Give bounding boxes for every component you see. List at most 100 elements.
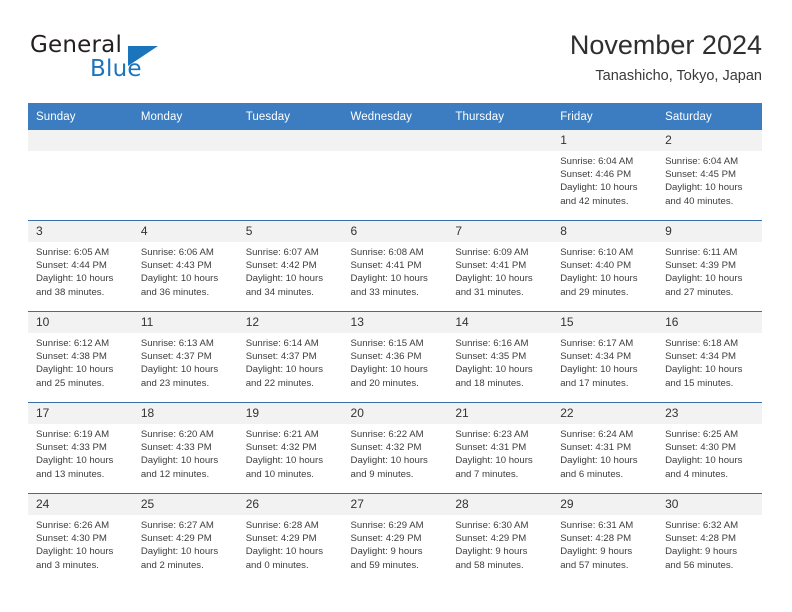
day-cell[interactable]: 16 Sunrise: 6:18 AM Sunset: 4:34 PM Dayligh… xyxy=(657,311,762,403)
day-details: Sunrise: 6:12 AM Sunset: 4:38 PM Daylight:… xyxy=(28,333,133,390)
sunrise-text: Sunrise: 6:21 AM xyxy=(245,429,319,440)
day-cell[interactable]: 27 Sunrise: 6:29 AM Sunset: 4:29 PM Dayligh… xyxy=(342,493,448,584)
day-number: 15 xyxy=(552,312,658,333)
day-cell[interactable]: 2 Sunrise: 6:04 AM Sunset: 4:45 PM Daylight… xyxy=(657,130,762,221)
daylight-text-line1: Daylight: 10 hours xyxy=(455,455,533,467)
sunset-text: Sunset: 4:38 PM xyxy=(36,351,107,363)
day-number: 13 xyxy=(342,312,448,333)
day-number: 25 xyxy=(132,494,238,515)
day-number: 12 xyxy=(237,312,343,333)
calendar-week-row: 10 Sunrise: 6:12 AM Sunset: 4:38 PM Dayligh… xyxy=(28,311,762,403)
sunrise-text: Sunrise: 6:04 AM xyxy=(665,156,739,167)
daylight-text-line1: Daylight: 10 hours xyxy=(560,455,638,467)
weekday-header-thursday: Thursday xyxy=(447,103,553,130)
day-details: Sunrise: 6:04 AM Sunset: 4:46 PM Daylight:… xyxy=(552,151,657,208)
day-number: 26 xyxy=(237,494,343,515)
day-cell[interactable]: 11 Sunrise: 6:13 AM Sunset: 4:37 PM Dayligh… xyxy=(132,311,238,403)
day-cell[interactable]: 13 Sunrise: 6:15 AM Sunset: 4:36 PM Dayligh… xyxy=(342,311,448,403)
sunrise-text: Sunrise: 6:04 AM xyxy=(560,156,634,167)
day-cell[interactable]: 19 Sunrise: 6:21 AM Sunset: 4:32 PM Dayligh… xyxy=(237,402,343,494)
day-cell[interactable]: 17 Sunrise: 6:19 AM Sunset: 4:33 PM Dayligh… xyxy=(28,402,133,494)
daylight-text-line2: and 10 minutes. xyxy=(245,468,314,480)
day-cell[interactable]: 12 Sunrise: 6:14 AM Sunset: 4:37 PM Dayligh… xyxy=(237,311,343,403)
day-cell[interactable]: 1 Sunrise: 6:04 AM Sunset: 4:46 PM Daylight… xyxy=(552,130,658,221)
day-cell[interactable]: 14 Sunrise: 6:16 AM Sunset: 4:35 PM Dayligh… xyxy=(447,311,553,403)
daylight-text-line2: and 42 minutes. xyxy=(560,195,629,207)
day-details: Sunrise: 6:18 AM Sunset: 4:34 PM Daylight:… xyxy=(657,333,762,390)
daylight-text-line2: and 4 minutes. xyxy=(665,468,728,480)
daylight-text-line2: and 7 minutes. xyxy=(455,468,519,480)
day-cell[interactable]: 4 Sunrise: 6:06 AM Sunset: 4:43 PM Daylight… xyxy=(132,220,238,312)
day-cell[interactable]: 29 Sunrise: 6:31 AM Sunset: 4:28 PM Dayligh… xyxy=(552,493,658,584)
sunset-text: Sunset: 4:41 PM xyxy=(350,260,422,272)
day-cell[interactable]: 7 Sunrise: 6:09 AM Sunset: 4:41 PM Daylight… xyxy=(447,220,553,312)
daylight-text-line1: Daylight: 10 hours xyxy=(140,364,219,376)
daylight-text-line2: and 23 minutes. xyxy=(140,377,210,389)
day-cell[interactable]: 9 Sunrise: 6:11 AM Sunset: 4:39 PM Daylight… xyxy=(657,220,762,312)
sunrise-text: Sunrise: 6:20 AM xyxy=(140,429,214,440)
day-details: Sunrise: 6:28 AM Sunset: 4:29 PM Daylight:… xyxy=(238,515,343,572)
day-cell[interactable]: 8 Sunrise: 6:10 AM Sunset: 4:40 PM Daylight… xyxy=(552,220,658,312)
daylight-text-line1: Daylight: 9 hours xyxy=(455,546,528,558)
general-blue-logo[interactable]: General Blue xyxy=(30,32,220,90)
daylight-text-line2: and 36 minutes. xyxy=(140,286,210,298)
daylight-text-line2: and 12 minutes. xyxy=(140,468,210,480)
day-number: 8 xyxy=(552,221,658,242)
sunset-text: Sunset: 4:46 PM xyxy=(560,169,632,181)
calendar-week-row: 3 Sunrise: 6:05 AM Sunset: 4:44 PM Daylight… xyxy=(28,220,762,312)
day-cell[interactable]: 24 Sunrise: 6:26 AM Sunset: 4:30 PM Dayligh… xyxy=(28,493,133,584)
calendar-body: 1 Sunrise: 6:04 AM Sunset: 4:46 PM Daylight… xyxy=(28,130,762,584)
daylight-text-line2: and 40 minutes. xyxy=(665,195,734,207)
calendar-week-row: 17 Sunrise: 6:19 AM Sunset: 4:33 PM Dayligh… xyxy=(28,402,762,494)
calendar-page: General Blue November 2024 Tanashicho, T… xyxy=(0,0,792,612)
sunset-text: Sunset: 4:45 PM xyxy=(665,169,736,181)
daylight-text-line2: and 31 minutes. xyxy=(455,286,524,298)
day-cell[interactable]: 20 Sunrise: 6:22 AM Sunset: 4:32 PM Dayligh… xyxy=(342,402,448,494)
day-cell[interactable]: 10 Sunrise: 6:12 AM Sunset: 4:38 PM Dayligh… xyxy=(28,311,133,403)
day-number: 2 xyxy=(657,130,762,151)
day-number: 4 xyxy=(132,221,238,242)
day-number: 16 xyxy=(657,312,762,333)
daylight-text-line1: Daylight: 9 hours xyxy=(560,546,633,558)
day-number: 3 xyxy=(28,221,133,242)
day-cell[interactable]: 18 Sunrise: 6:20 AM Sunset: 4:33 PM Dayligh… xyxy=(132,402,238,494)
day-cell[interactable]: 21 Sunrise: 6:23 AM Sunset: 4:31 PM Dayligh… xyxy=(447,402,553,494)
daylight-text-line2: and 25 minutes. xyxy=(36,377,105,389)
day-cell[interactable]: 23 Sunrise: 6:25 AM Sunset: 4:30 PM Dayligh… xyxy=(657,402,762,494)
sunrise-text: Sunrise: 6:25 AM xyxy=(665,429,739,440)
sunrise-text: Sunrise: 6:30 AM xyxy=(455,520,529,531)
sunset-text: Sunset: 4:34 PM xyxy=(560,351,632,363)
day-cell[interactable]: 28 Sunrise: 6:30 AM Sunset: 4:29 PM Dayligh… xyxy=(447,493,553,584)
day-details: Sunrise: 6:08 AM Sunset: 4:41 PM Daylight:… xyxy=(343,242,448,299)
daylight-text-line2: and 34 minutes. xyxy=(245,286,314,298)
day-cell[interactable]: 15 Sunrise: 6:17 AM Sunset: 4:34 PM Dayligh… xyxy=(552,311,658,403)
weekday-header-friday: Friday xyxy=(552,103,658,130)
sunset-text: Sunset: 4:30 PM xyxy=(665,442,736,454)
day-cell[interactable]: 22 Sunrise: 6:24 AM Sunset: 4:31 PM Dayligh… xyxy=(552,402,658,494)
day-cell-empty xyxy=(28,130,133,221)
day-cell[interactable]: 25 Sunrise: 6:27 AM Sunset: 4:29 PM Dayligh… xyxy=(132,493,238,584)
day-cell[interactable]: 3 Sunrise: 6:05 AM Sunset: 4:44 PM Daylight… xyxy=(28,220,133,312)
day-details: Sunrise: 6:29 AM Sunset: 4:29 PM Daylight:… xyxy=(343,515,448,572)
day-number: 24 xyxy=(28,494,133,515)
day-details: Sunrise: 6:09 AM Sunset: 4:41 PM Daylight:… xyxy=(447,242,552,299)
day-cell[interactable]: 30 Sunrise: 6:32 AM Sunset: 4:28 PM Dayligh… xyxy=(657,493,762,584)
day-cell[interactable]: 26 Sunrise: 6:28 AM Sunset: 4:29 PM Dayligh… xyxy=(237,493,343,584)
day-details: Sunrise: 6:05 AM Sunset: 4:44 PM Daylight:… xyxy=(28,242,133,299)
day-cell[interactable]: 5 Sunrise: 6:07 AM Sunset: 4:42 PM Daylight… xyxy=(237,220,343,312)
day-details: Sunrise: 6:13 AM Sunset: 4:37 PM Daylight:… xyxy=(133,333,238,390)
sunset-text: Sunset: 4:28 PM xyxy=(665,533,736,545)
day-cell[interactable]: 6 Sunrise: 6:08 AM Sunset: 4:41 PM Daylight… xyxy=(342,220,448,312)
day-number: 1 xyxy=(552,130,658,151)
day-number xyxy=(28,130,133,151)
day-cell-empty xyxy=(237,130,343,221)
sunrise-text: Sunrise: 6:28 AM xyxy=(245,520,319,531)
day-details: Sunrise: 6:27 AM Sunset: 4:29 PM Daylight:… xyxy=(133,515,238,572)
day-number: 23 xyxy=(657,403,762,424)
day-details: Sunrise: 6:07 AM Sunset: 4:42 PM Daylight:… xyxy=(238,242,343,299)
sunrise-text: Sunrise: 6:19 AM xyxy=(36,429,110,440)
daylight-text-line1: Daylight: 10 hours xyxy=(140,455,219,467)
day-details: Sunrise: 6:14 AM Sunset: 4:37 PM Daylight:… xyxy=(238,333,343,390)
day-number: 14 xyxy=(447,312,553,333)
daylight-text-line1: Daylight: 10 hours xyxy=(36,273,114,285)
